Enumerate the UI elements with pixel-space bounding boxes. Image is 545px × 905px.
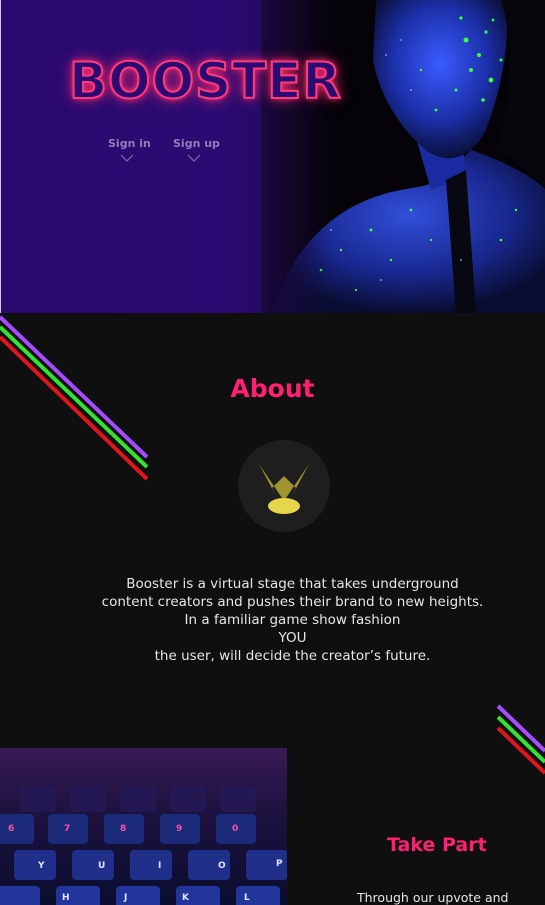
key-label: I xyxy=(158,861,161,871)
take-part-heading: Take Part xyxy=(387,834,487,856)
take-part-text: Through our upvote and xyxy=(357,890,509,905)
key-label: 8 xyxy=(120,824,126,834)
hero-section: BOOSTER Sign in Sign up xyxy=(0,0,545,313)
about-heading: About xyxy=(230,374,315,403)
key-label: J xyxy=(123,893,127,903)
sign-in-link[interactable]: Sign in xyxy=(108,137,151,166)
key-label: 6 xyxy=(8,824,14,834)
key-label: Y xyxy=(37,861,45,871)
key-label: 0 xyxy=(232,824,238,834)
sign-up-link[interactable]: Sign up xyxy=(173,137,220,166)
about-line: content creators and pushes their brand … xyxy=(101,594,484,610)
sign-up-label: Sign up xyxy=(173,137,220,150)
hero-portrait-image xyxy=(261,0,545,313)
chevron-down-icon xyxy=(120,154,134,162)
key-label: K xyxy=(182,893,190,903)
about-line: In a familiar game show fashion xyxy=(184,612,401,628)
key-label: U xyxy=(98,861,105,871)
sign-in-label: Sign in xyxy=(108,137,151,150)
neon-stripes-decoration-right xyxy=(496,704,545,775)
key-label: O xyxy=(218,861,226,871)
keyboard-image: 6 7 8 9 0 Y U I O P H J K L xyxy=(0,748,287,905)
key-label: H xyxy=(62,893,70,903)
key-label: 9 xyxy=(176,824,182,834)
about-line: YOU xyxy=(278,630,307,646)
spotlight-icon xyxy=(238,440,330,532)
key-label: 7 xyxy=(64,824,70,834)
key-label: L xyxy=(244,893,250,903)
about-description: Booster is a virtual stage that takes un… xyxy=(60,575,525,665)
about-line: the user, will decide the creator’s futu… xyxy=(154,648,431,664)
about-line: Booster is a virtual stage that takes un… xyxy=(126,576,459,592)
booster-logo: BOOSTER xyxy=(68,52,342,110)
key-label: P xyxy=(276,859,283,869)
chevron-down-icon xyxy=(187,154,201,162)
